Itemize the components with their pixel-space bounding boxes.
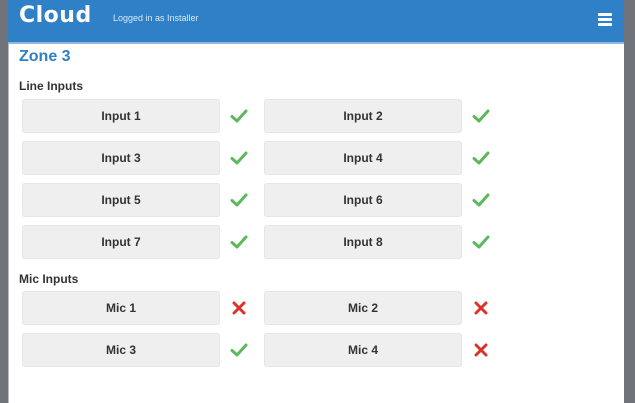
login-status-text: Logged in as Installer [113,13,199,23]
line-input-button-4[interactable]: Input 4 [264,141,462,175]
checkmark-icon [229,148,249,168]
cross-icon [471,340,491,360]
top-bar: Cloud Logged in as Installer [8,0,624,44]
line-input-button-7[interactable]: Input 7 [22,225,220,259]
mic-input-button-3[interactable]: Mic 3 [22,333,220,367]
app-frame: Cloud Logged in as Installer Zone 3 Line… [8,0,624,403]
line-input-button-8[interactable]: Input 8 [264,225,462,259]
line-inputs-heading: Line Inputs [19,79,83,93]
mic-input-button-2[interactable]: Mic 2 [264,291,462,325]
cross-icon [471,298,491,318]
line-input-button-6[interactable]: Input 6 [264,183,462,217]
checkmark-icon [471,190,491,210]
cloud-logo: Cloud [19,3,92,28]
checkmark-icon [471,148,491,168]
checkmark-icon [229,340,249,360]
cross-icon [229,298,249,318]
line-input-button-1[interactable]: Input 1 [22,99,220,133]
line-input-button-5[interactable]: Input 5 [22,183,220,217]
line-input-button-2[interactable]: Input 2 [264,99,462,133]
checkmark-icon [229,106,249,126]
checkmark-icon [229,232,249,252]
line-input-button-3[interactable]: Input 3 [22,141,220,175]
checkmark-icon [471,232,491,252]
mic-inputs-heading: Mic Inputs [19,272,79,286]
mic-input-button-1[interactable]: Mic 1 [22,291,220,325]
checkmark-icon [471,106,491,126]
zone-title: Zone 3 [19,48,71,65]
hamburger-menu-icon[interactable] [598,13,612,26]
mic-input-button-4[interactable]: Mic 4 [264,333,462,367]
checkmark-icon [229,190,249,210]
